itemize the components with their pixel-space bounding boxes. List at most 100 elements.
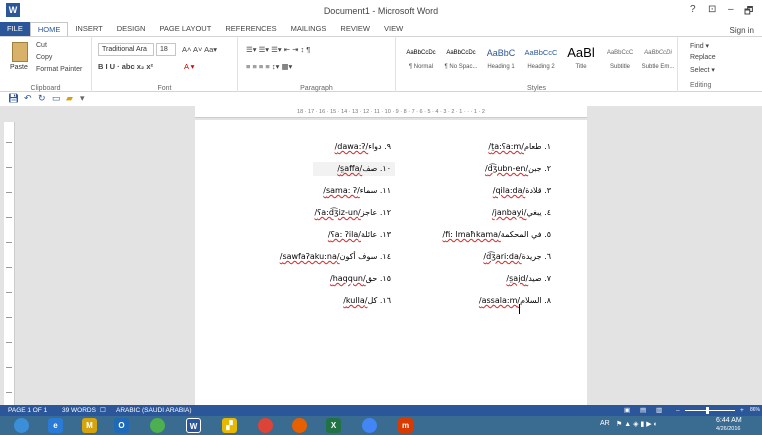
proofing-icon[interactable]: ☐ [100,405,106,416]
tray-icons[interactable]: ⚑ ▲ ◈ ▮ ▶ ◐ [616,420,658,428]
tab-page-layout[interactable]: PAGE LAYOUT [152,22,218,36]
ribbon: Paste Cut Copy Format Painter Clipboard … [0,36,762,93]
save-icon[interactable]: 💾︎ [8,93,19,104]
quick-access-toolbar: 💾︎ ↶ ↻ ▭ ▰ ▾ [0,92,762,106]
chrome-icon[interactable] [150,418,165,433]
document-page[interactable]: ١. طعام/t̤a:ʕa:m/ ٢. جبن/d͡ʒubn-en/ ٣. ق… [195,120,587,405]
tab-file[interactable]: FILE [0,22,30,36]
list-item: ١٢. عاجز/ʕa:d͡ʒiz-un/ [314,208,392,217]
clock-date[interactable]: 4/26/2016 [716,426,740,432]
style-no-spacing[interactable]: AaBbCcDc ¶ No Spac... [442,42,480,78]
web-layout-icon[interactable]: ▥ [656,405,662,416]
clipboard-label: Clipboard [30,85,61,92]
word-count[interactable]: 39 WORDS [62,405,96,416]
redo-icon[interactable]: ↻ [38,93,46,104]
chrome-icon[interactable] [258,418,273,433]
zoom-in-button[interactable]: + [740,405,744,416]
customize-qat-icon[interactable]: ▾ [80,93,85,104]
browser-icon[interactable] [362,418,377,433]
print-layout-icon[interactable]: ▤ [640,405,646,416]
new-document-icon[interactable]: ▭ [52,93,61,104]
list-item: ٦. جريدة/d͡ʒari:da/ [483,252,551,261]
tab-review[interactable]: REVIEW [333,22,377,36]
font-name-select[interactable]: Traditional Ara [98,43,154,56]
list-item: ١. طعام/t̤a:ʕa:m/ [488,142,551,151]
tab-home[interactable]: HOME [29,22,69,36]
list-item: ١٦. كل/kulla/ [343,296,391,305]
document-area: 18 · 17 · 16 · 15 · 14 · 13 · 12 · 11 · … [0,106,762,405]
help-button[interactable]: ? [690,4,696,15]
replace-button[interactable]: Replace [690,54,716,61]
text-cursor [519,304,520,314]
paste-button[interactable]: Paste [10,64,28,71]
list-item: ٧. صيد/s̤ajd/ [506,274,551,283]
zoom-out-button[interactable]: – [676,405,680,416]
list-item: ١٣. عائلة/ʕa: ʔila/ [327,230,391,239]
open-icon[interactable]: ▰ [66,93,73,104]
font-format-buttons[interactable]: B I U · abc x₂ x² [98,62,153,71]
vertical-ruler[interactable] [4,122,15,405]
alignment-buttons-icon[interactable]: ≡ ≡ ≡ ≡ ↕▾ ▦▾ [246,62,292,71]
list-item: ٤. يبغي/janbayi/ [491,208,551,217]
find-button[interactable]: Find ▾ [690,42,709,50]
window-title: Document1 - Microsoft Word [323,6,439,16]
page-count[interactable]: PAGE 1 OF 1 [8,405,47,416]
paste-icon[interactable] [12,42,28,62]
firefox-icon[interactable] [292,418,307,433]
outlook-icon[interactable]: O [114,418,129,433]
list-item: ١٤. سوف أكون/sawfaʔaku:na/ [279,252,391,261]
list-item: ٨. السلام/assala:m/ [478,296,551,305]
word-taskbar-icon[interactable]: W [186,418,201,433]
style-subtitle[interactable]: AaBbCcC Subtitle [602,42,638,78]
restore-button[interactable]: 🗗 [744,4,753,21]
zoom-level[interactable]: 86% [750,405,760,416]
list-item: ١٥. حق/haqqun/ [330,274,391,283]
list-item: ٥. في المحكمة/fi: lmaħkama/ [442,230,551,239]
style-heading-2[interactable]: AaBbCcC Heading 2 [522,42,560,78]
style-subtle-emphasis[interactable]: AaBbCcDi Subtle Em... [640,42,676,78]
start-orb-icon[interactable] [14,418,29,433]
font-group: Traditional Ara 18 A˄ A˅ Aa▾ B I U · abc… [92,37,238,93]
copy-button[interactable]: Copy [36,54,52,61]
status-bar: PAGE 1 OF 1 39 WORDS ☐ ARABIC (SAUDI ARA… [0,405,762,416]
ribbon-display-options-button[interactable]: ⊡ [708,4,716,15]
style-heading-1[interactable]: AaBbC Heading 1 [482,42,520,78]
tab-mailings[interactable]: MAILINGS [284,22,334,36]
app-icon[interactable]: m [398,418,413,433]
read-mode-icon[interactable]: ▣ [624,405,630,416]
styles-label: Styles [526,85,547,92]
tab-view[interactable]: VIEW [377,22,410,36]
undo-icon[interactable]: ↶ [24,93,32,104]
style-normal[interactable]: AaBbCcDc ¶ Normal [402,42,440,78]
horizontal-ruler[interactable]: 18 · 17 · 16 · 15 · 14 · 13 · 12 · 11 · … [195,106,587,118]
list-item: ٣. قلادة/qila:da/ [492,186,551,195]
grow-shrink-font-icons[interactable]: A˄ A˅ Aa▾ [182,45,217,54]
list-item: ٢. جبن/d͡ʒubn-en/ [484,164,551,173]
title-bar: W Document1 - Microsoft Word ? ⊡ – 🗗 [0,0,762,22]
ribbon-tabs: FILE HOME INSERT DESIGN PAGE LAYOUT REFE… [0,22,410,36]
select-button[interactable]: Select ▾ [690,66,715,74]
tab-design[interactable]: DESIGN [110,22,153,36]
excel-icon[interactable]: X [326,418,341,433]
language-indicator[interactable]: ARABIC (SAUDI ARABIA) [116,405,192,416]
style-title[interactable]: AaBl Title [562,42,600,78]
media-app-icon[interactable]: M [82,418,97,433]
tab-references[interactable]: REFERENCES [218,22,283,36]
list-item: ٩. دواء/dawa:ʔ/ [334,142,391,151]
list-item: ١١. سماء/sama: ʔ/ [323,186,391,195]
cut-button[interactable]: Cut [36,42,47,49]
sign-in-link[interactable]: Sign in [730,26,754,35]
paint-icon[interactable]: ▞ [222,418,237,433]
zoom-slider[interactable] [685,410,735,411]
internet-explorer-icon[interactable]: e [48,418,63,433]
font-size-select[interactable]: 18 [156,43,176,56]
tab-insert[interactable]: INSERT [68,22,109,36]
zoom-slider-handle[interactable] [706,407,709,414]
minimize-button[interactable]: – [728,4,734,15]
list-buttons-icon[interactable]: ☰▾ ☰▾ ☰▾ ⇤ ⇥ ↕ ¶ [246,45,310,54]
styles-group: AaBbCcDc ¶ Normal AaBbCcDc ¶ No Spac... … [396,37,678,93]
font-color-icon[interactable]: A ▾ [184,62,194,71]
format-painter-button[interactable]: Format Painter [36,66,82,73]
input-language[interactable]: AR [600,420,610,427]
clock-time[interactable]: 6:44 AM [716,417,742,424]
